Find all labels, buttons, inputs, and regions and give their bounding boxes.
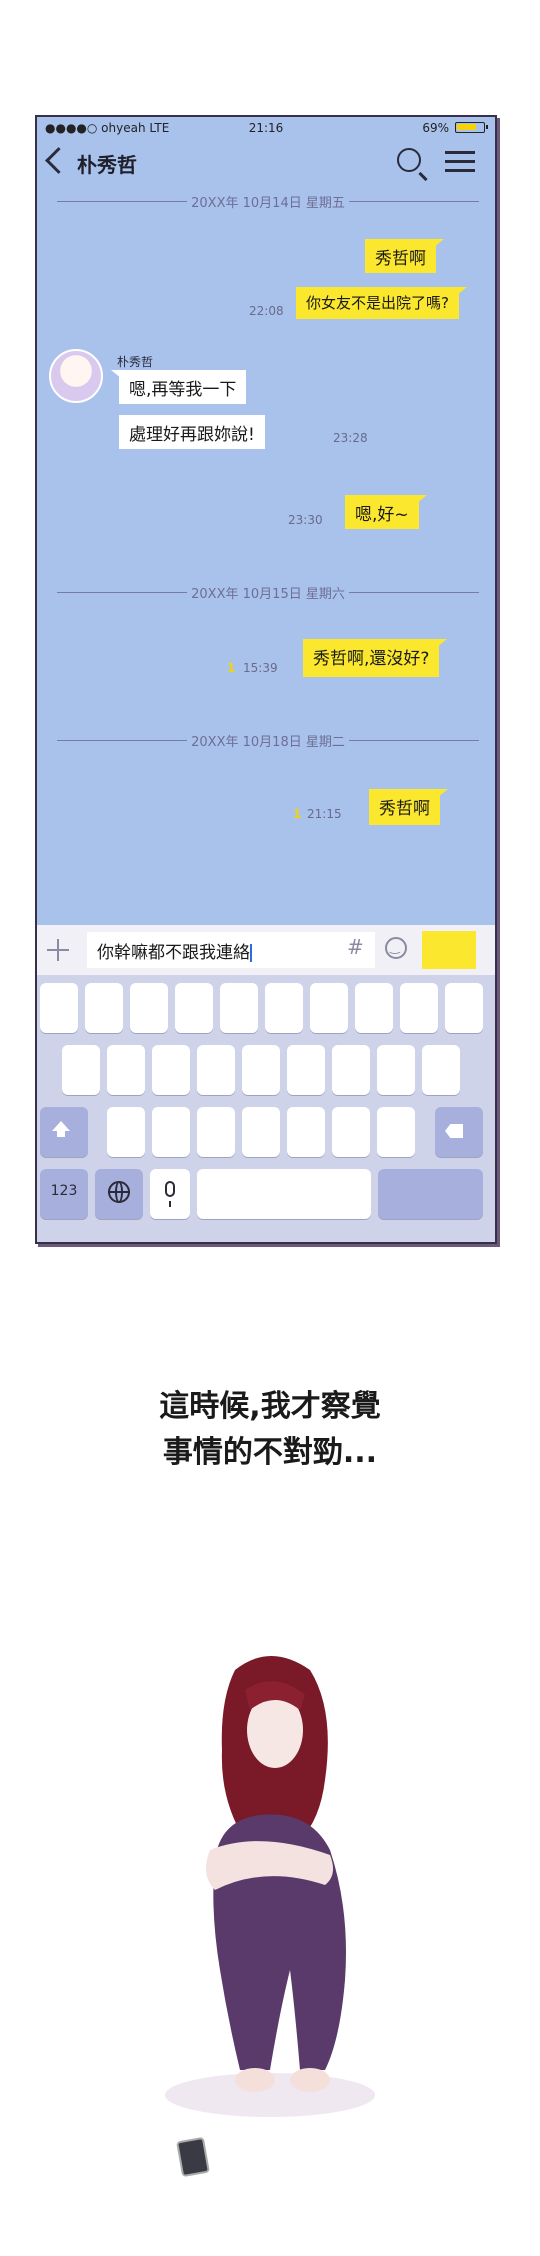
- microphone-icon: [165, 1181, 175, 1207]
- phone-on-floor: [176, 2137, 210, 2177]
- message-time: 22:08: [249, 304, 284, 318]
- keyboard-key[interactable]: [107, 1107, 145, 1157]
- return-key[interactable]: [378, 1169, 483, 1219]
- battery-percent: 69%: [422, 121, 449, 135]
- keyboard-key[interactable]: [197, 1045, 235, 1095]
- keyboard-key[interactable]: [152, 1045, 190, 1095]
- date-divider: 20XX年 10月18日 星期二: [57, 731, 479, 750]
- avatar[interactable]: [49, 349, 103, 403]
- keyboard-key[interactable]: [242, 1045, 280, 1095]
- keyboard-key[interactable]: [265, 983, 303, 1033]
- chat-title: 朴秀哲: [77, 153, 137, 177]
- keyboard-key[interactable]: [287, 1045, 325, 1095]
- delete-icon: [445, 1124, 463, 1138]
- back-icon[interactable]: [45, 147, 72, 174]
- caption-line: 事情的不對勁...: [162, 1435, 378, 1470]
- keyboard-key[interactable]: [220, 983, 258, 1033]
- numbers-key[interactable]: 123: [40, 1169, 88, 1219]
- message-input-text: 你幹嘛都不跟我連絡: [97, 943, 250, 963]
- keyboard-key[interactable]: [197, 1107, 235, 1157]
- keyboard-key[interactable]: [175, 983, 213, 1033]
- keyboard-key[interactable]: [445, 983, 483, 1033]
- message-bubble-outgoing[interactable]: 你女友不是出院了嗎?: [296, 287, 467, 319]
- shift-icon: [52, 1121, 70, 1137]
- keyboard-key[interactable]: [310, 983, 348, 1033]
- keyboard: 123: [37, 975, 495, 1242]
- keyboard-key[interactable]: [332, 1045, 370, 1095]
- chat-header: 朴秀哲: [37, 139, 495, 189]
- message-bubble-incoming[interactable]: 處理好再跟妳說!: [119, 415, 265, 449]
- keyboard-key[interactable]: [130, 983, 168, 1033]
- keyboard-key[interactable]: [287, 1107, 325, 1157]
- caption-line: 這時候,我才察覺: [159, 1389, 381, 1424]
- search-icon[interactable]: [397, 148, 421, 172]
- sitting-woman-illustration: [165, 1656, 375, 2177]
- keyboard-key[interactable]: [400, 983, 438, 1033]
- keyboard-key[interactable]: [377, 1045, 415, 1095]
- space-key[interactable]: [197, 1169, 371, 1219]
- date-divider: 20XX年 10月14日 星期五: [57, 192, 479, 211]
- story-caption: 這時候,我才察覺 事情的不對勁...: [0, 1384, 540, 1476]
- keyboard-key[interactable]: [85, 983, 123, 1033]
- keyboard-key[interactable]: [377, 1107, 415, 1157]
- read-count: 1: [293, 807, 302, 821]
- keyboard-key[interactable]: [107, 1045, 145, 1095]
- message-bubble-incoming[interactable]: 嗯,再等我一下: [110, 370, 247, 404]
- globe-icon: [108, 1181, 130, 1203]
- left-foot: [235, 2068, 275, 2092]
- right-foot: [290, 2068, 330, 2092]
- keyboard-key[interactable]: [62, 1045, 100, 1095]
- send-button[interactable]: [422, 931, 476, 969]
- hashtag-icon[interactable]: #: [347, 935, 364, 959]
- keyboard-key[interactable]: [332, 1107, 370, 1157]
- keyboard-key[interactable]: [355, 983, 393, 1033]
- sender-name: 朴秀哲: [117, 355, 154, 369]
- plus-icon[interactable]: [47, 939, 69, 961]
- keyboard-key[interactable]: [242, 1107, 280, 1157]
- message-time: 23:28: [333, 431, 368, 445]
- message-time: 15:39: [243, 661, 278, 675]
- numbers-key-label: 123: [50, 1183, 78, 1199]
- shift-key[interactable]: [40, 1107, 88, 1157]
- message-bubble-outgoing[interactable]: 秀哲啊: [369, 789, 448, 825]
- message-bubble-outgoing[interactable]: 嗯,好~: [345, 495, 427, 529]
- keyboard-key[interactable]: [422, 1045, 460, 1095]
- mic-key[interactable]: [150, 1169, 190, 1219]
- message-input[interactable]: 你幹嘛都不跟我連絡: [87, 932, 375, 968]
- emoji-icon[interactable]: [385, 937, 407, 959]
- message-bubble-outgoing[interactable]: 秀哲啊,還沒好?: [303, 639, 448, 677]
- message-bubble-outgoing[interactable]: 秀哲啊: [365, 239, 444, 273]
- message-time: 21:15: [307, 807, 342, 821]
- delete-key[interactable]: [435, 1107, 483, 1157]
- menu-icon[interactable]: [445, 151, 475, 173]
- keyboard-key[interactable]: [152, 1107, 190, 1157]
- input-bar: 你幹嘛都不跟我連絡 #: [37, 925, 495, 975]
- keyboard-key[interactable]: [40, 983, 78, 1033]
- globe-key[interactable]: [95, 1169, 143, 1219]
- read-count: 1: [227, 661, 236, 675]
- battery-icon: [455, 122, 488, 133]
- date-divider: 20XX年 10月15日 星期六: [57, 583, 479, 602]
- phone-screen: ●●●●○ ohyeah LTE 21:16 69% 朴秀哲 20XX年 10月…: [35, 115, 497, 1244]
- status-bar: ●●●●○ ohyeah LTE 21:16 69%: [37, 117, 495, 139]
- text-caret: [250, 944, 252, 962]
- message-time: 23:30: [288, 513, 323, 527]
